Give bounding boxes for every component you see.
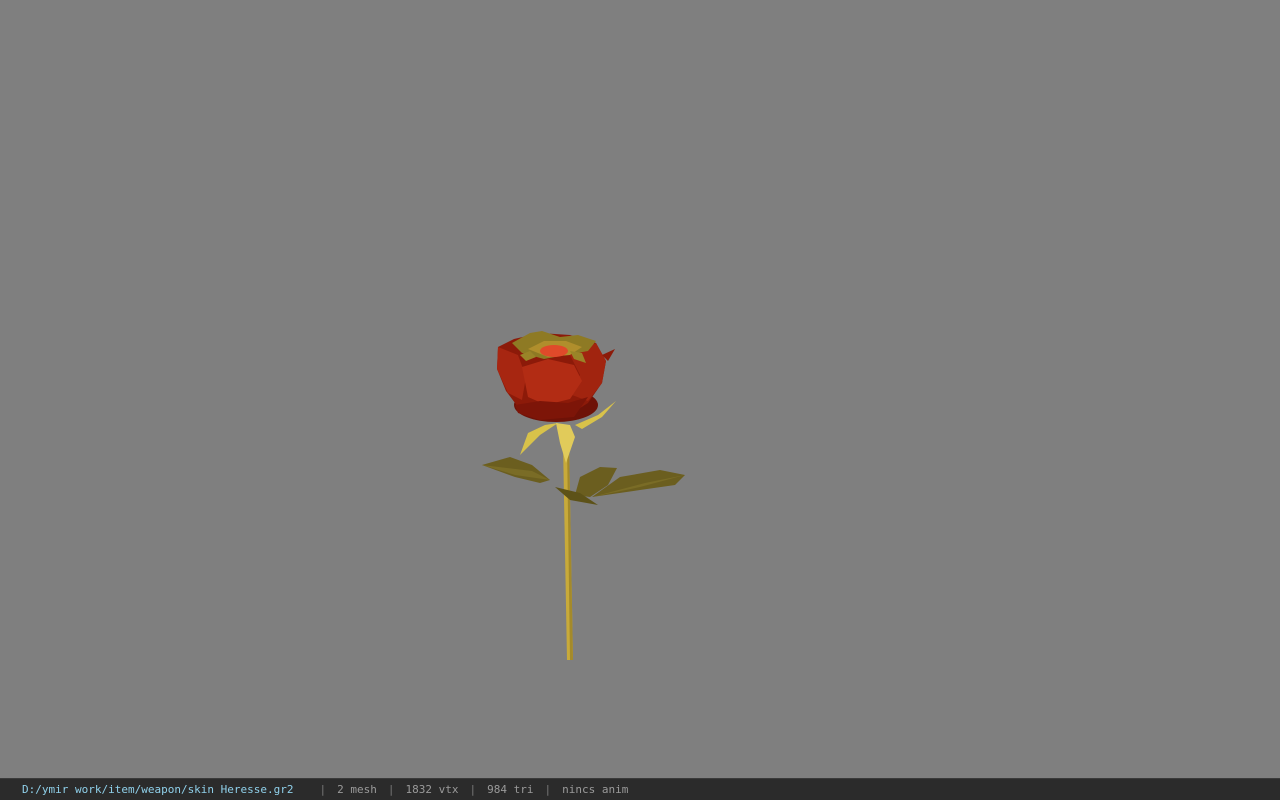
status-separator: | [387,783,395,796]
3d-viewport[interactable] [0,0,1280,778]
status-vertex-count: 1832 vtx [405,783,459,796]
status-animation: nincs anim [562,783,629,796]
status-file-path: D:/ymir work/item/weapon/skin Heresse.gr… [22,783,294,796]
sepal-center [556,423,575,463]
status-mesh-count: 2 mesh [337,783,377,796]
bloom-center [540,345,568,357]
sepal-left [520,423,558,455]
status-triangle-count: 984 tri [487,783,534,796]
rose-model [482,331,685,660]
status-bar: D:/ymir work/item/weapon/skin Heresse.gr… [0,778,1280,800]
status-separator: | [469,783,477,796]
status-separator: | [319,783,327,796]
status-separator: | [544,783,552,796]
